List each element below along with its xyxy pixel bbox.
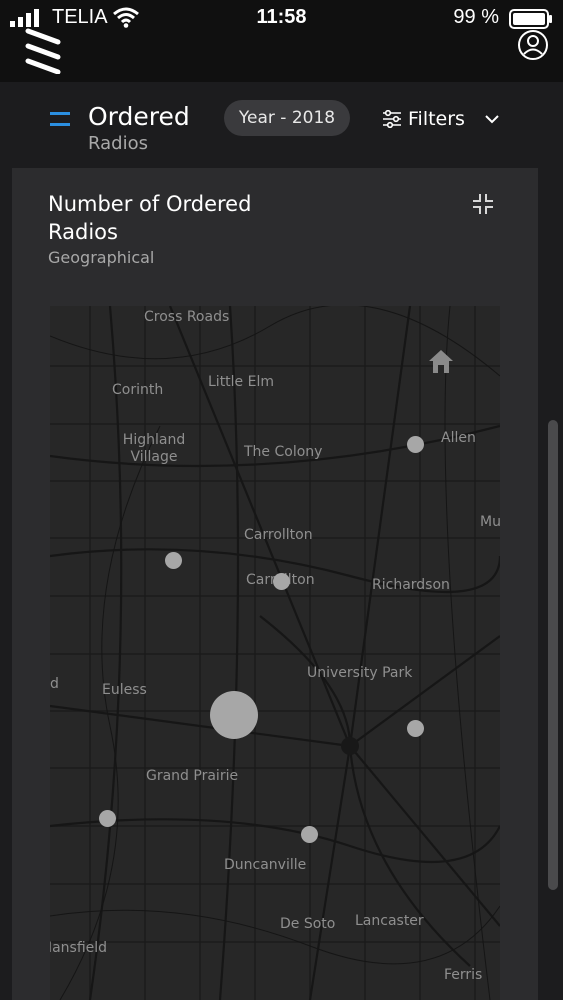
app-header: Ordered Radios Year - 2018 Filters bbox=[0, 82, 563, 168]
battery-percentage: 99 % bbox=[453, 6, 499, 28]
card-title: Number of Ordered Radios bbox=[48, 192, 252, 244]
place-label: Carrollton bbox=[244, 527, 313, 543]
year-filter-button[interactable]: Year - 2018 bbox=[224, 100, 350, 136]
place-label: Mansfield bbox=[50, 940, 108, 956]
place-label: Corinth bbox=[112, 382, 164, 398]
map-marker[interactable] bbox=[210, 691, 258, 739]
home-icon[interactable] bbox=[426, 346, 456, 376]
place-label: Mu bbox=[480, 514, 500, 530]
map-roads bbox=[50, 306, 500, 1000]
filters-button[interactable]: Filters bbox=[382, 104, 499, 134]
place-label: The Colony bbox=[244, 444, 323, 460]
place-label: Cross Roads bbox=[144, 309, 230, 325]
menu-icon[interactable] bbox=[50, 112, 70, 126]
chevron-down-icon bbox=[485, 115, 499, 124]
filter-icon bbox=[383, 110, 401, 128]
place-label: Grand Prairie bbox=[146, 768, 239, 784]
brand-icon[interactable] bbox=[22, 28, 66, 74]
map-marker[interactable] bbox=[407, 720, 424, 737]
profile-icon[interactable] bbox=[517, 29, 549, 61]
place-label: Ferris bbox=[444, 967, 483, 983]
card-subtitle: Geographical bbox=[48, 248, 155, 267]
place-label: d bbox=[50, 676, 59, 692]
place-label: Richardson bbox=[372, 577, 450, 593]
map-marker[interactable] bbox=[273, 573, 290, 590]
filters-label: Filters bbox=[408, 108, 465, 130]
page-title: Ordered bbox=[88, 102, 190, 131]
map[interactable]: Cross Roads Corinth Little Elm Highland … bbox=[50, 306, 500, 1000]
collapse-icon[interactable] bbox=[472, 193, 494, 215]
page-subtitle: Radios bbox=[88, 133, 148, 154]
place-label: Duncanville bbox=[224, 857, 307, 873]
map-marker[interactable] bbox=[165, 552, 182, 569]
place-label: Little Elm bbox=[208, 374, 274, 390]
place-label: University Park bbox=[307, 665, 413, 681]
map-marker[interactable] bbox=[99, 810, 116, 827]
place-label: De Soto bbox=[280, 916, 336, 932]
map-marker[interactable] bbox=[301, 826, 318, 843]
status-bar: TELIA 11:58 99 % bbox=[0, 0, 563, 82]
place-label: Allen bbox=[441, 430, 476, 446]
place-label: Highland Village bbox=[122, 432, 186, 465]
place-label: Lancaster bbox=[355, 913, 424, 929]
place-label: Euless bbox=[102, 682, 147, 698]
map-marker[interactable] bbox=[407, 436, 424, 453]
map-card: Number of Ordered Radios Geographical Cr… bbox=[12, 168, 538, 1000]
battery-icon bbox=[509, 9, 552, 29]
scrollbar[interactable] bbox=[548, 420, 558, 890]
